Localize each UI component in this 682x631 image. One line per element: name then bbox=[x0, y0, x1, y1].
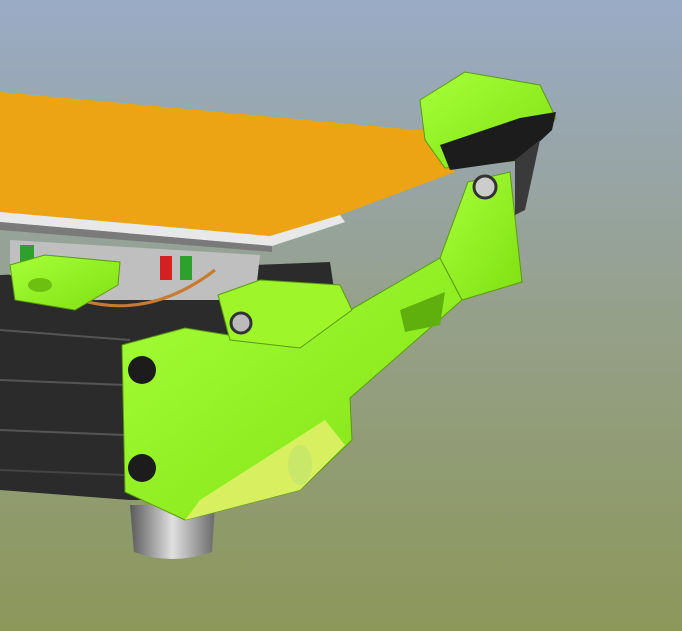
bolt-icon bbox=[229, 311, 253, 335]
cad-viewport[interactable] bbox=[0, 0, 682, 631]
bolt-icon bbox=[128, 356, 156, 384]
bolt-icon bbox=[128, 454, 156, 482]
bolt-icon bbox=[472, 174, 498, 200]
